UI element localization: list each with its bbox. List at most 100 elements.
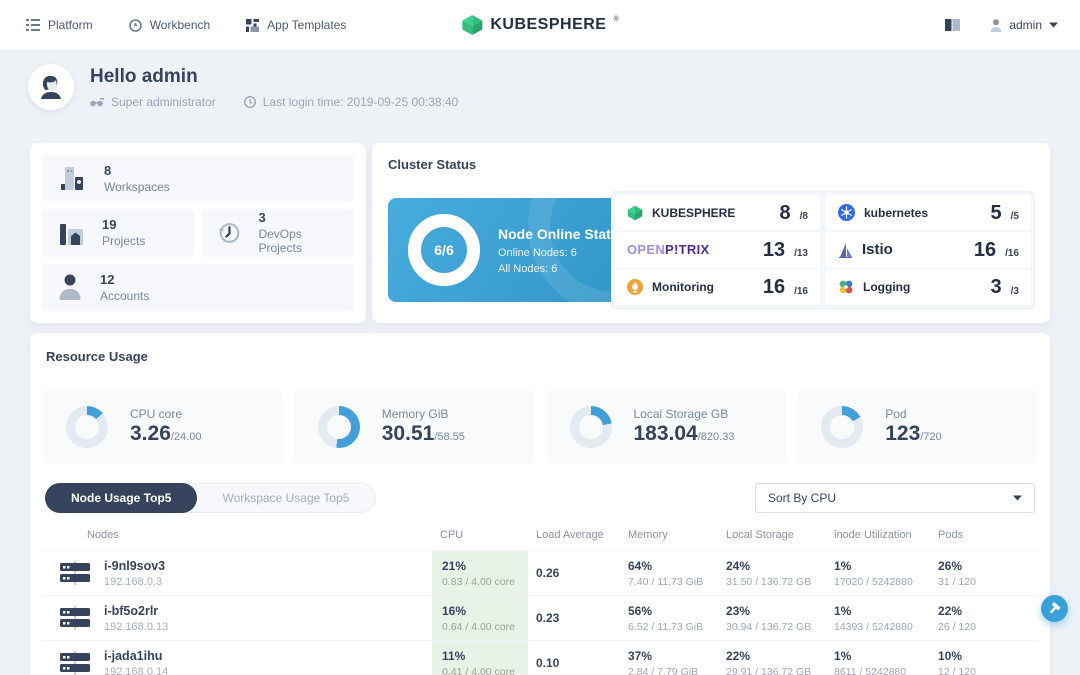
memory-detail: 6.52 / 11.73 GiB — [628, 620, 704, 633]
accounts-label: Accounts — [100, 288, 150, 303]
component-monitoring[interactable]: Monitoring 16 /16 — [615, 269, 820, 305]
node-ip: 192.168.0.14 — [104, 665, 169, 675]
node-name[interactable]: i-9nl9sov3 — [104, 559, 165, 573]
tab-node-usage-top5[interactable]: Node Usage Top5 — [45, 483, 198, 513]
table-controls: Node Usage Top5 Workspace Usage Top5 Sor… — [42, 483, 1038, 513]
greeting-text: Hello admin Super administrator Last log… — [90, 64, 458, 110]
last-login: Last login time: 2019-09-25 00:38:40 — [243, 95, 459, 109]
header-nodes: Nodes — [87, 529, 119, 541]
user-role: Super administrator — [90, 95, 216, 109]
nav-app-templates-label: App Templates — [267, 18, 347, 32]
table-row[interactable]: i-jada1ihu 192.168.0.14 11% 0.41 / 4.00 … — [42, 640, 1038, 675]
header-cpu: CPU — [440, 529, 464, 541]
inode-detail: 8611 / 5242880 — [834, 665, 907, 675]
load-average-value: 0.23 — [536, 611, 560, 625]
component-openpitrix-total: /13 — [794, 248, 808, 260]
inode-cell: 1% 8611 / 5242880 — [826, 649, 930, 675]
stat-projects[interactable]: 19 Projects — [42, 209, 195, 257]
storage-detail: 30.94 / 136.72 GB — [726, 620, 812, 633]
storage-used: 183.04 — [633, 422, 698, 446]
storage-percent: 22% — [726, 648, 751, 663]
openpitrix-logo-suffix: P!TRIX — [665, 241, 710, 257]
memory-cell: 56% 6.52 / 11.73 GiB — [620, 604, 718, 633]
toolbox-button[interactable] — [1041, 595, 1068, 622]
last-login-label: Last login time: 2019-09-25 00:38:40 — [262, 95, 459, 109]
gauge-memory[interactable]: Memory GiB 30.51/58.55 — [293, 390, 535, 464]
devops-projects-icon — [218, 223, 239, 243]
component-logging[interactable]: Logging 3 /3 — [826, 269, 1031, 305]
cpu-total: /24.00 — [170, 431, 202, 444]
nav-workbench[interactable]: Workbench — [128, 18, 211, 32]
node-ip: 192.168.0.13 — [104, 620, 169, 633]
sort-by-select[interactable]: Sort By CPU — [755, 483, 1035, 513]
workspaces-count: 8 — [104, 163, 112, 179]
pod-used: 123 — [885, 422, 921, 446]
pods-cell: 26% 31 / 120 — [930, 559, 1018, 588]
component-logging-total: /3 — [1010, 285, 1019, 297]
gauge-pod[interactable]: Pod 123/720 — [797, 390, 1038, 464]
pods-detail: 31 / 120 — [938, 575, 976, 588]
stat-workspaces[interactable]: 8 Workspaces — [42, 155, 354, 203]
user-role-label: Super administrator — [111, 95, 216, 109]
memory-used: 30.51 — [381, 422, 435, 446]
node-online-ring: 6/6 — [408, 214, 480, 286]
component-istio[interactable]: Istio 16 /16 — [826, 232, 1031, 268]
pods-percent: 26% — [938, 558, 963, 573]
node-name[interactable]: i-bf5o2rlr — [104, 604, 168, 618]
cpu-detail: 0.83 / 4.00 core — [442, 575, 515, 588]
storage-detail: 29.91 / 136.72 GB — [726, 665, 812, 675]
app-templates-icon — [246, 18, 260, 32]
avatar[interactable] — [28, 64, 74, 110]
pods-percent: 22% — [938, 603, 963, 618]
component-kubernetes-value: 5 — [990, 201, 1002, 224]
cpu-percent: 16% — [442, 603, 467, 618]
storage-total: /820.33 — [697, 431, 735, 444]
logging-icon — [839, 280, 853, 294]
workspaces-label: Workspaces — [104, 180, 170, 195]
stat-devops-projects[interactable]: 3 DevOps Projects — [201, 209, 354, 257]
clock-icon — [243, 96, 256, 108]
nav-app-templates[interactable]: App Templates — [246, 18, 346, 32]
cpu-cell: 21% 0.83 / 4.00 core — [432, 551, 528, 595]
memory-total: /58.55 — [434, 431, 465, 444]
nav-workbench-label: Workbench — [149, 18, 211, 32]
gauge-storage[interactable]: Local Storage GB 183.04/820.33 — [545, 390, 787, 464]
nav-platform[interactable]: Platform — [26, 18, 93, 32]
inode-percent: 1% — [834, 648, 852, 663]
component-monitoring-label: Monitoring — [652, 280, 714, 295]
inode-cell: 1% 14393 / 5242880 — [826, 604, 930, 633]
storage-donut — [569, 406, 612, 448]
table-row[interactable]: i-bf5o2rlr 192.168.0.13 16% 0.64 / 4.00 … — [42, 595, 1038, 640]
gauge-cpu[interactable]: CPU core 3.26/24.00 — [42, 390, 283, 464]
pods-cell: 10% 12 / 120 — [930, 649, 1018, 675]
component-monitoring-value: 16 — [762, 276, 786, 299]
table-row[interactable]: i-9nl9sov3 192.168.0.3 21% 0.83 / 4.00 c… — [42, 550, 1038, 595]
component-kubesphere[interactable]: KUBESPHERE 8 /8 — [615, 195, 820, 231]
component-kubernetes-label: kubernetes — [864, 205, 929, 220]
cluster-status-card: Cluster Status 6/6 Node Online Status On… — [372, 143, 1050, 323]
node-name[interactable]: i-jada1ihu — [104, 649, 168, 663]
cpu-used: 3.26 — [130, 422, 171, 446]
component-kubesphere-value: 8 — [779, 201, 791, 224]
component-kubesphere-total: /8 — [799, 211, 808, 223]
accounts-count: 12 — [100, 271, 115, 287]
stat-accounts[interactable]: 12 Accounts — [42, 263, 354, 311]
user-menu[interactable]: admin — [990, 18, 1058, 32]
pods-detail: 26 / 120 — [938, 620, 976, 633]
user-icon — [991, 18, 1002, 32]
node-online-info: Node Online Status Online Nodes: 6 All N… — [498, 225, 628, 275]
header-load-average: Load Average — [536, 529, 604, 541]
cpu-cell: 11% 0.41 / 4.00 core — [432, 641, 528, 675]
header-inode-utilization: inode Utilization — [834, 529, 912, 541]
load-average-value: 0.10 — [536, 656, 560, 670]
component-kubernetes[interactable]: kubernetes 5 /5 — [826, 195, 1031, 231]
layout-toggle-icon[interactable] — [945, 19, 961, 31]
cpu-detail: 0.41 / 4.00 core — [442, 665, 515, 675]
storage-percent: 23% — [726, 603, 751, 618]
kubesphere-logo[interactable]: KUBESPHERE ® — [461, 14, 619, 36]
tab-workspace-usage-top5[interactable]: Workspace Usage Top5 — [196, 491, 375, 505]
logo-registered-mark: ® — [613, 16, 619, 23]
component-openpitrix[interactable]: OPENP!TRIX 13 /13 — [615, 232, 820, 268]
greeting-title: Hello admin — [90, 66, 198, 87]
component-logging-value: 3 — [990, 276, 1002, 299]
